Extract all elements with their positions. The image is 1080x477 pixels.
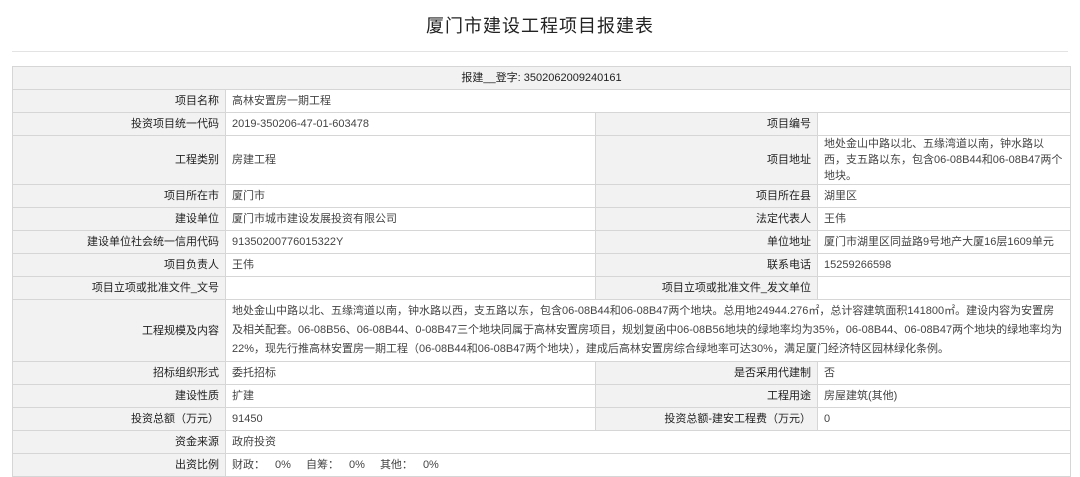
- approval-doc-no-label: 项目立项或批准文件_文号: [12, 276, 226, 300]
- project-no-value: [816, 112, 1072, 136]
- form-header-row: 报建__登字: 3502062009240161: [11, 66, 1072, 90]
- manager-label: 项目负责人: [12, 253, 226, 277]
- invest-code-value: 2019-350206-47-01-603478: [225, 112, 596, 136]
- approval-doc-unit-label: 项目立项或批准文件_发文单位: [595, 276, 818, 300]
- project-name-value: 高林安置房一期工程: [224, 89, 1072, 113]
- total-invest-value: 91450: [225, 407, 596, 431]
- city-value: 厦门市: [225, 184, 596, 208]
- fund-source-label: 资金来源: [12, 430, 226, 454]
- county-value: 湖里区: [816, 184, 1072, 208]
- city-label: 项目所在市: [12, 184, 226, 208]
- table-row: 资金来源 政府投资: [12, 430, 1072, 454]
- unit-address-value: 厦门市湖里区同益路9号地产大厦16层1609单元: [816, 230, 1072, 254]
- address-value: 地处金山中路以北、五缘湾道以南，钟水路以西，支五路以东，包含06-08B44和0…: [816, 135, 1072, 185]
- approval-doc-unit-value: [816, 276, 1072, 300]
- project-name-label: 项目名称: [12, 89, 226, 113]
- total-invest-label: 投资总额（万元）: [12, 407, 226, 431]
- phone-label: 联系电话: [595, 253, 818, 277]
- nature-label: 建设性质: [12, 384, 226, 408]
- county-label: 项目所在县: [595, 184, 818, 208]
- agent-system-label: 是否采用代建制: [595, 361, 818, 385]
- manager-value: 王伟: [225, 253, 596, 277]
- fund-source-value: 政府投资: [224, 430, 1072, 454]
- table-row: 建设单位 厦门市城市建设发展投资有限公司 法定代表人 王伟: [12, 207, 1072, 231]
- table-row: 项目所在市 厦门市 项目所在县 湖里区: [12, 184, 1072, 208]
- contribution-label: 出资比例: [12, 453, 226, 477]
- legal-rep-label: 法定代表人: [595, 207, 818, 231]
- page-title: 厦门市建设工程项目报建表: [426, 16, 654, 36]
- table-row: 投资总额（万元） 91450 投资总额-建安工程费（万元） 0: [12, 407, 1072, 431]
- usage-label: 工程用途: [595, 384, 818, 408]
- scale-value: 地处金山中路以北、五缘湾道以南，钟水路以西，支五路以东，包含06-08B44和0…: [224, 299, 1072, 362]
- install-fee-value: 0: [816, 407, 1072, 431]
- builder-label: 建设单位: [12, 207, 226, 231]
- table-row: 项目立项或批准文件_文号 项目立项或批准文件_发文单位: [12, 276, 1072, 300]
- title-divider: [12, 51, 1068, 52]
- address-label: 项目地址: [595, 135, 818, 185]
- table-row: 工程规模及内容 地处金山中路以北、五缘湾道以南，钟水路以西，支五路以东，包含06…: [12, 299, 1072, 362]
- table-row: 建设性质 扩建 工程用途 房屋建筑(其他): [12, 384, 1072, 408]
- unit-address-label: 单位地址: [595, 230, 818, 254]
- agent-system-value: 否: [816, 361, 1072, 385]
- credit-code-label: 建设单位社会统一信用代码: [12, 230, 226, 254]
- approval-doc-no-value: [225, 276, 596, 300]
- nature-value: 扩建: [225, 384, 596, 408]
- bid-form-label: 招标组织形式: [12, 361, 226, 385]
- project-no-label: 项目编号: [595, 112, 818, 136]
- table-row: 出资比例 财政： 0% 自筹： 0% 其他： 0%: [12, 453, 1072, 477]
- phone-value: 15259266598: [816, 253, 1072, 277]
- table-row: 招标组织形式 委托招标 是否采用代建制 否: [12, 361, 1072, 385]
- registration-form-table: 报建__登字: 3502062009240161 项目名称 高林安置房一期工程 …: [11, 66, 1072, 477]
- contribution-value: 财政： 0% 自筹： 0% 其他： 0%: [224, 453, 1072, 477]
- scale-label: 工程规模及内容: [12, 299, 226, 362]
- table-row: 项目名称 高林安置房一期工程: [12, 89, 1072, 113]
- bid-form-value: 委托招标: [225, 361, 596, 385]
- registration-number: 报建__登字: 3502062009240161: [11, 66, 1072, 90]
- install-fee-label: 投资总额-建安工程费（万元）: [595, 407, 818, 431]
- category-label: 工程类别: [12, 135, 226, 185]
- credit-code-value: 91350200776015322Y: [225, 230, 596, 254]
- invest-code-label: 投资项目统一代码: [12, 112, 226, 136]
- table-row: 建设单位社会统一信用代码 91350200776015322Y 单位地址 厦门市…: [12, 230, 1072, 254]
- usage-value: 房屋建筑(其他): [816, 384, 1072, 408]
- table-row: 投资项目统一代码 2019-350206-47-01-603478 项目编号: [12, 112, 1072, 136]
- builder-value: 厦门市城市建设发展投资有限公司: [225, 207, 596, 231]
- table-row: 项目负责人 王伟 联系电话 15259266598: [12, 253, 1072, 277]
- category-value: 房建工程: [225, 135, 596, 185]
- legal-rep-value: 王伟: [816, 207, 1072, 231]
- table-row: 工程类别 房建工程 项目地址 地处金山中路以北、五缘湾道以南，钟水路以西，支五路…: [12, 135, 1072, 185]
